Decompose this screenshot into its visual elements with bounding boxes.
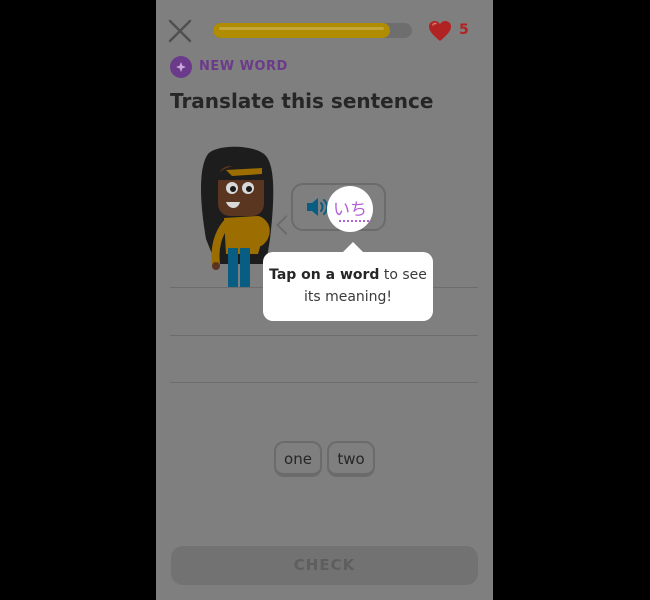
- new-word-badge-icon: [170, 56, 192, 78]
- new-word-label: NEW WORD: [199, 59, 288, 74]
- word-tile-one[interactable]: one: [274, 441, 322, 477]
- lesson-progress-bar: [213, 23, 412, 38]
- tooltip-bold-text: Tap on a word: [269, 267, 380, 283]
- progress-fill: [213, 23, 391, 38]
- tooltip-text: to see: [379, 267, 427, 283]
- hint-word-underline: [339, 220, 369, 222]
- page-title: Translate this sentence: [170, 89, 434, 113]
- hint-word[interactable]: いち: [332, 195, 368, 220]
- tooltip-line-2: its meaning!: [303, 289, 393, 305]
- answer-line: [170, 382, 478, 383]
- lesson-screen: 5 NEW WORD Translate this sentence いち Ta…: [156, 0, 493, 600]
- close-icon[interactable]: [167, 18, 193, 44]
- word-hint-tooltip: Tap on a word to see its meaning!: [263, 252, 433, 321]
- word-tile-two[interactable]: two: [327, 441, 375, 477]
- check-button[interactable]: CHECK: [171, 546, 478, 585]
- tooltip-line-1: Tap on a word to see: [263, 264, 433, 286]
- answer-line: [170, 335, 478, 336]
- heart-icon: [429, 21, 451, 41]
- progress-shine: [219, 27, 385, 30]
- hearts-count: 5: [459, 22, 469, 38]
